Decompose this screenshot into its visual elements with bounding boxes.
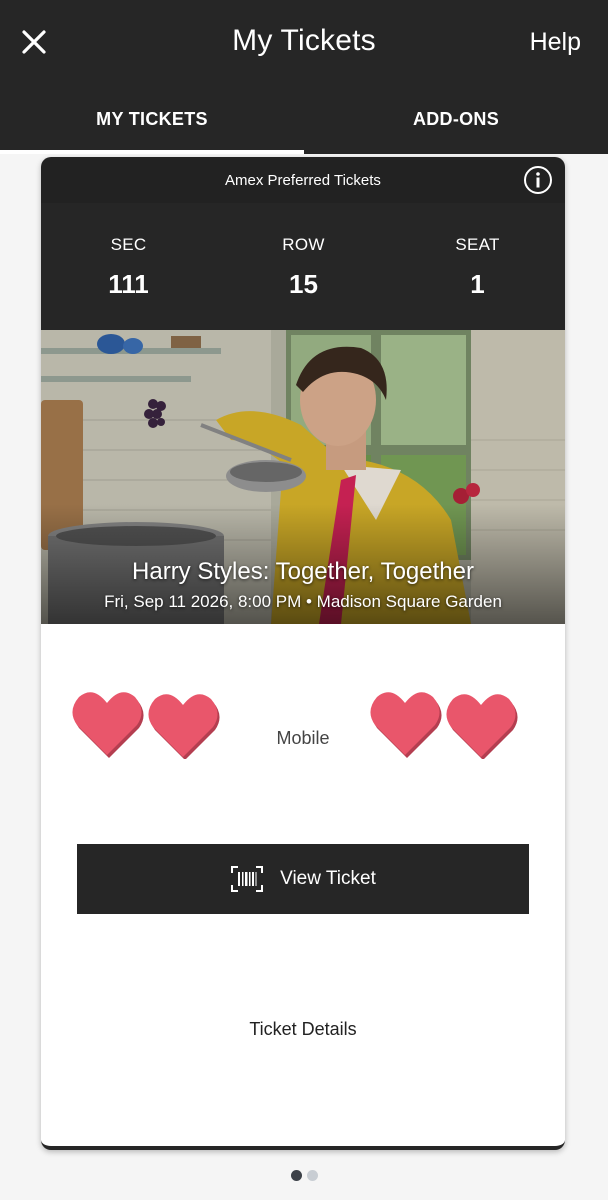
tab-bar: MY TICKETS ADD-ONS (0, 84, 608, 154)
page-dot-2[interactable] (306, 1170, 318, 1181)
row-value: 15 (289, 269, 318, 299)
hearts-decoration-right (370, 692, 518, 759)
seat-label: SEAT (455, 235, 500, 254)
section-value: 111 (108, 269, 149, 299)
page-title: My Tickets (232, 24, 376, 57)
ticket-card: Amex Preferred Tickets SEC 111 ROW 15 SE… (41, 157, 565, 1150)
ticket-type-label: Amex Preferred Tickets (225, 172, 381, 189)
view-ticket-button[interactable]: View Ticket (77, 844, 529, 914)
ticket-details-link[interactable]: Ticket Details (41, 1019, 565, 1040)
section-label: SEC (110, 235, 147, 254)
page-dot-1[interactable] (290, 1170, 302, 1181)
pagination-dots (0, 1170, 608, 1181)
row-label: ROW (282, 235, 325, 254)
ticket-header: Amex Preferred Tickets (41, 157, 565, 203)
help-link[interactable]: Help (530, 28, 581, 57)
row-info: ROW 15 (216, 235, 391, 300)
seat-info-col: SEAT 1 (390, 235, 565, 300)
tab-add-ons[interactable]: ADD-ONS (304, 84, 608, 154)
event-image: Harry Styles: Together, Together Fri, Se… (41, 330, 565, 624)
event-meta: Fri, Sep 11 2026, 8:00 PM • Madison Squa… (104, 592, 502, 611)
view-ticket-label: View Ticket (280, 868, 376, 889)
section-info: SEC 111 (41, 235, 216, 300)
info-icon[interactable] (523, 165, 553, 195)
barcode-icon (231, 866, 264, 892)
app-bar: My Tickets Help (0, 0, 608, 84)
event-name: Harry Styles: Together, Together (132, 558, 474, 585)
seat-info: SEC 111 ROW 15 SEAT 1 (41, 203, 565, 330)
seat-value: 1 (470, 269, 485, 299)
tab-my-tickets[interactable]: MY TICKETS (0, 84, 304, 154)
